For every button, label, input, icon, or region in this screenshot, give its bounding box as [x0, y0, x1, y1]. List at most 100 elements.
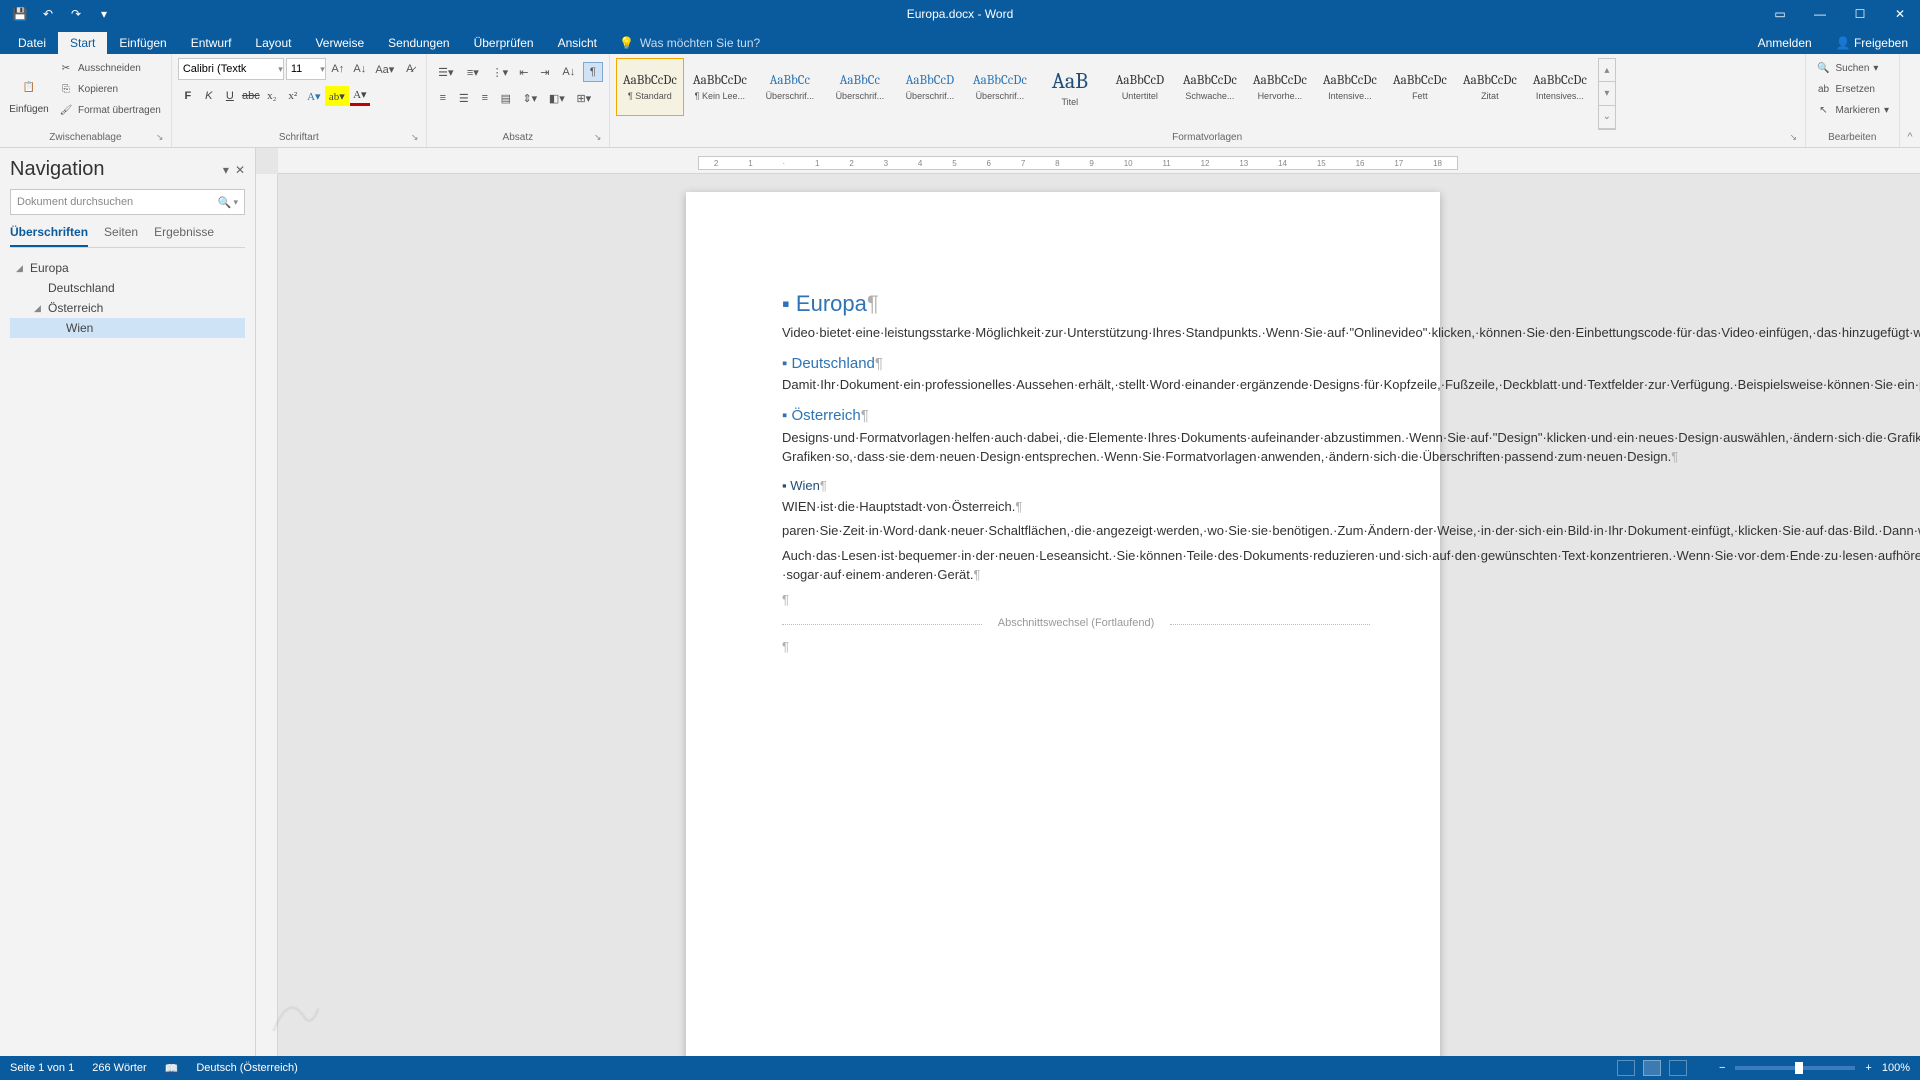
- body-paragraph[interactable]: Auch·das·Lesen·ist·bequemer·in·der·neuen…: [782, 547, 1370, 585]
- style-chip[interactable]: AaBbCcDcIntensives...: [1526, 58, 1594, 116]
- numbering-icon[interactable]: ≡▾: [460, 62, 486, 82]
- empty-paragraph[interactable]: ¶: [782, 638, 1370, 657]
- tab-datei[interactable]: Datei: [6, 32, 58, 54]
- grow-font-icon[interactable]: A↑: [328, 59, 348, 79]
- font-color-icon[interactable]: A▾: [350, 86, 370, 106]
- web-layout-icon[interactable]: [1669, 1060, 1687, 1076]
- style-chip[interactable]: AaBbCcDUntertitel: [1106, 58, 1174, 116]
- shrink-font-icon[interactable]: A↓: [350, 59, 370, 79]
- empty-paragraph[interactable]: ¶: [782, 591, 1370, 610]
- style-chip[interactable]: AaBbCcDcHervorhe...: [1246, 58, 1314, 116]
- underline-button[interactable]: U: [220, 86, 240, 106]
- zoom-slider[interactable]: [1735, 1066, 1855, 1070]
- dialog-launcher-icon[interactable]: ↘: [156, 132, 168, 144]
- change-case-icon[interactable]: Aa▾: [372, 59, 398, 79]
- decrease-indent-icon[interactable]: ⇤: [514, 62, 534, 82]
- tab-verweise[interactable]: Verweise: [303, 32, 376, 54]
- align-center-icon[interactable]: ☰: [454, 88, 474, 108]
- bullets-icon[interactable]: ☰▾: [433, 62, 459, 82]
- tab-entwurf[interactable]: Entwurf: [179, 32, 244, 54]
- tree-item[interactable]: Deutschland: [10, 278, 245, 298]
- tab-start[interactable]: Start: [58, 32, 107, 54]
- share-button[interactable]: 👤 Freigeben: [1824, 32, 1920, 54]
- style-chip[interactable]: AaBbCcDc¶ Kein Lee...: [686, 58, 754, 116]
- heading-2[interactable]: ▪ Deutschland: [782, 353, 1370, 375]
- save-icon[interactable]: 💾: [8, 4, 32, 24]
- styles-more-button[interactable]: ▴▾⌄: [1598, 58, 1616, 130]
- italic-button[interactable]: K: [199, 86, 219, 106]
- nav-tab-results[interactable]: Ergebnisse: [154, 225, 214, 247]
- zoom-in-icon[interactable]: +: [1865, 1062, 1871, 1074]
- heading-3[interactable]: ▪ Wien: [782, 477, 1370, 496]
- status-language[interactable]: Deutsch (Österreich): [196, 1062, 297, 1074]
- nav-tab-headings[interactable]: Überschriften: [10, 225, 88, 247]
- body-paragraph[interactable]: WIEN·ist·die·Hauptstadt·von·Österreich.: [782, 498, 1370, 517]
- clear-formatting-icon[interactable]: A̷: [400, 59, 420, 79]
- shading-icon[interactable]: ◧▾: [544, 88, 570, 108]
- redo-icon[interactable]: ↷: [64, 4, 88, 24]
- strike-button[interactable]: abc: [241, 86, 261, 106]
- tab-layout[interactable]: Layout: [243, 32, 303, 54]
- nav-tab-pages[interactable]: Seiten: [104, 225, 138, 247]
- nav-dropdown-icon[interactable]: ▾: [223, 163, 229, 177]
- style-chip[interactable]: AaBbCcDcIntensive...: [1316, 58, 1384, 116]
- font-size-combo[interactable]: 11▾: [286, 58, 326, 80]
- replace-button[interactable]: abErsetzen: [1812, 79, 1894, 99]
- subscript-button[interactable]: x₂: [262, 86, 282, 106]
- tab-sendungen[interactable]: Sendungen: [376, 32, 461, 54]
- heading-1[interactable]: ▪ Europa: [782, 288, 1370, 320]
- minimize-icon[interactable]: —: [1800, 0, 1840, 28]
- style-chip[interactable]: AaBbCcDÜberschrif...: [896, 58, 964, 116]
- font-name-combo[interactable]: Calibri (Textk▾: [178, 58, 284, 80]
- maximize-icon[interactable]: ☐: [1840, 0, 1880, 28]
- style-chip[interactable]: AaBbCcDcSchwache...: [1176, 58, 1244, 116]
- horizontal-ruler[interactable]: 21·123456789101112131415161718: [278, 148, 1920, 174]
- dialog-launcher-icon[interactable]: ↘: [1790, 132, 1802, 144]
- style-chip[interactable]: AaBbCcÜberschrif...: [826, 58, 894, 116]
- paste-button[interactable]: 📋 Einfügen: [6, 58, 52, 130]
- collapse-ribbon-icon[interactable]: ^: [1900, 54, 1920, 147]
- superscript-button[interactable]: x²: [283, 86, 303, 106]
- undo-icon[interactable]: ↶: [36, 4, 60, 24]
- highlight-icon[interactable]: ab▾: [325, 86, 349, 106]
- borders-icon[interactable]: ⊞▾: [571, 88, 597, 108]
- print-layout-icon[interactable]: [1643, 1060, 1661, 1076]
- show-marks-icon[interactable]: ¶: [583, 62, 603, 82]
- vertical-ruler[interactable]: [256, 174, 278, 1056]
- status-word-count[interactable]: 266 Wörter: [92, 1062, 146, 1074]
- multilevel-icon[interactable]: ⋮▾: [487, 62, 513, 82]
- select-button[interactable]: ↖Markieren ▾: [1812, 100, 1894, 120]
- line-spacing-icon[interactable]: ⇕▾: [517, 88, 543, 108]
- format-painter-button[interactable]: 🖌Format übertragen: [54, 100, 165, 120]
- nav-search-input[interactable]: Dokument durchsuchen 🔍 ▾: [10, 189, 245, 215]
- tree-item[interactable]: Wien: [10, 318, 245, 338]
- dialog-launcher-icon[interactable]: ↘: [411, 132, 423, 144]
- ribbon-display-icon[interactable]: ▭: [1760, 0, 1800, 28]
- increase-indent-icon[interactable]: ⇥: [535, 62, 555, 82]
- find-button[interactable]: 🔍Suchen ▾: [1812, 58, 1894, 78]
- style-chip[interactable]: AaBbCcDcÜberschrif...: [966, 58, 1034, 116]
- status-page[interactable]: Seite 1 von 1: [10, 1062, 74, 1074]
- spellcheck-icon[interactable]: 📖: [165, 1062, 179, 1075]
- body-paragraph[interactable]: Video·bietet·eine·leistungsstarke·Möglic…: [782, 324, 1370, 343]
- zoom-out-icon[interactable]: −: [1719, 1062, 1725, 1074]
- bold-button[interactable]: F: [178, 86, 198, 106]
- zoom-level[interactable]: 100%: [1882, 1062, 1910, 1074]
- heading-2[interactable]: ▪ Österreich: [782, 405, 1370, 427]
- dialog-launcher-icon[interactable]: ↘: [594, 132, 606, 144]
- body-paragraph[interactable]: Designs·und·Formatvorlagen·helfen·auch·d…: [782, 429, 1370, 467]
- tree-item[interactable]: ◢Europa: [10, 258, 245, 278]
- read-mode-icon[interactable]: [1617, 1060, 1635, 1076]
- style-chip[interactable]: AaBTitel: [1036, 58, 1104, 116]
- qat-more-icon[interactable]: ▾: [92, 4, 116, 24]
- align-left-icon[interactable]: ≡: [433, 88, 453, 108]
- close-icon[interactable]: ✕: [1880, 0, 1920, 28]
- search-dropdown-icon[interactable]: ▾: [233, 197, 238, 208]
- tell-me-search[interactable]: 💡 Was möchten Sie tun?: [609, 32, 770, 54]
- page[interactable]: ▪ Europa Video·bietet·eine·leistungsstar…: [686, 192, 1440, 1056]
- tab-ansicht[interactable]: Ansicht: [546, 32, 609, 54]
- body-paragraph[interactable]: Damit·Ihr·Dokument·ein·professionelles·A…: [782, 376, 1370, 395]
- sign-in-button[interactable]: Anmelden: [1746, 32, 1824, 54]
- nav-close-icon[interactable]: ✕: [235, 163, 245, 177]
- style-chip[interactable]: AaBbCcDcZitat: [1456, 58, 1524, 116]
